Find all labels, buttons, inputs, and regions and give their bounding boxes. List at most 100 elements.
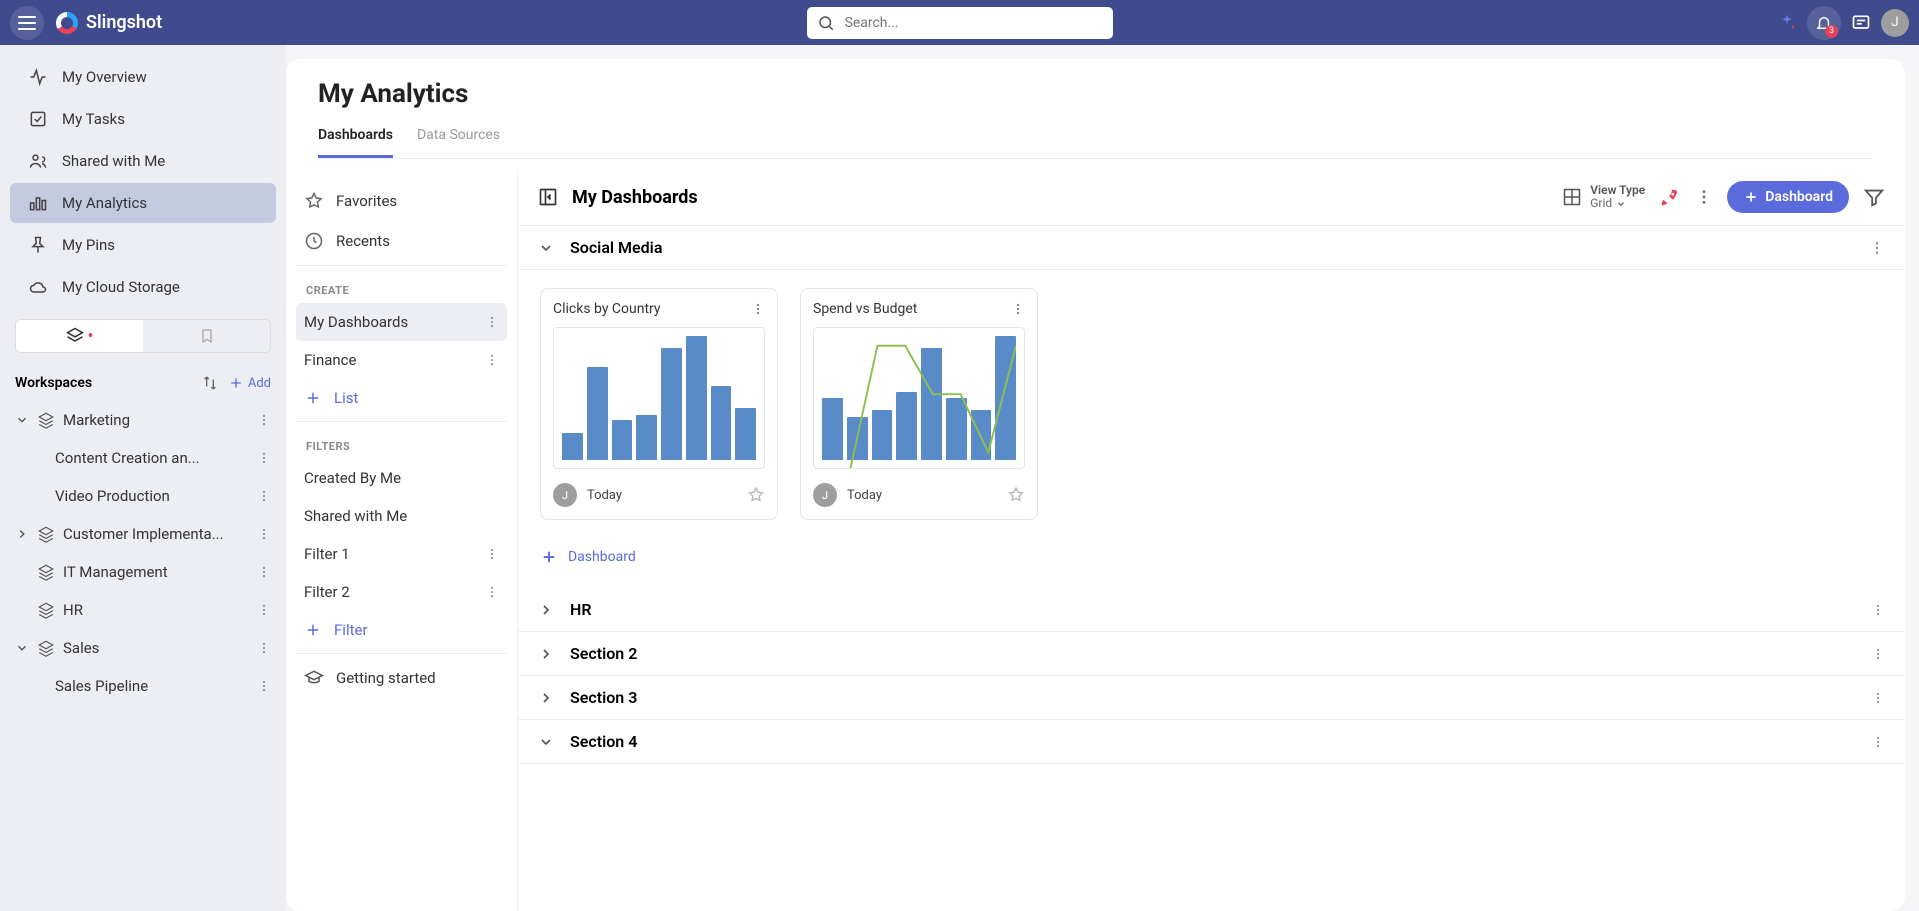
workspace-item[interactable]: IT Management [0, 553, 286, 591]
more-icon[interactable] [751, 302, 765, 316]
workspace-child[interactable]: Content Creation an... [0, 439, 286, 477]
layers-icon [37, 411, 55, 429]
c2-favorites[interactable]: Favorites [296, 181, 507, 221]
more-icon[interactable] [1011, 302, 1025, 316]
workspace-toggle-bookmark[interactable] [143, 320, 270, 352]
add-dashboard-inline[interactable]: Dashboard [518, 538, 1905, 588]
dashboard-card[interactable]: Spend vs Budget J Today [800, 288, 1038, 520]
search-input[interactable] [845, 15, 1103, 31]
notifications-button[interactable]: 3 [1807, 6, 1841, 40]
more-icon[interactable] [257, 527, 271, 541]
filters-label: FILTERS [296, 426, 507, 459]
more-icon[interactable] [257, 451, 271, 465]
rocket-icon[interactable] [1659, 186, 1681, 208]
brand[interactable]: Slingshot [56, 12, 162, 34]
filter-item[interactable]: Shared with Me [296, 497, 507, 535]
workspace-item[interactable]: Sales [0, 629, 286, 667]
more-icon[interactable] [485, 315, 499, 329]
nav-my-pins[interactable]: My Pins [10, 225, 276, 265]
section-row[interactable]: HR [518, 588, 1905, 632]
more-icon[interactable] [1695, 188, 1713, 206]
c2-recents[interactable]: Recents [296, 221, 507, 261]
nav-my-overview[interactable]: My Overview [10, 57, 276, 97]
more-icon[interactable] [485, 547, 499, 561]
workspace-toggle-layers[interactable]: • [16, 320, 143, 352]
section-row[interactable]: Section 3 [518, 676, 1905, 720]
plus-icon [304, 389, 322, 407]
getting-started[interactable]: Getting started [296, 658, 507, 698]
bookmark-icon [199, 327, 215, 345]
user-avatar[interactable]: J [1881, 9, 1909, 37]
add-list-button[interactable]: List [296, 379, 507, 417]
menu-button[interactable] [10, 6, 44, 40]
more-icon[interactable] [485, 585, 499, 599]
list-item[interactable]: My Dashboards [296, 303, 507, 341]
header-actions: 3 J [1777, 6, 1909, 40]
sparkle-icon [1777, 13, 1797, 33]
collapse-panel-icon[interactable] [538, 187, 558, 207]
workspace-child[interactable]: Sales Pipeline [0, 667, 286, 705]
tab-dashboards[interactable]: Dashboards [318, 127, 393, 158]
more-icon[interactable] [257, 413, 271, 427]
nav-my-tasks[interactable]: My Tasks [10, 99, 276, 139]
more-icon[interactable] [257, 565, 271, 579]
more-icon[interactable] [1869, 240, 1885, 256]
app-header: Slingshot 3 J [0, 0, 1919, 45]
more-icon[interactable] [257, 603, 271, 617]
tab-data-sources[interactable]: Data Sources [417, 127, 500, 158]
people-icon [28, 151, 48, 171]
star-icon[interactable] [747, 486, 765, 504]
pin-icon [28, 235, 48, 255]
filter-item[interactable]: Filter 2 [296, 573, 507, 611]
chevron-icon [538, 734, 554, 750]
dashboard-title: My Dashboards [572, 187, 1548, 208]
nav-my-cloud-storage[interactable]: My Cloud Storage [10, 267, 276, 307]
plus-icon [540, 548, 558, 566]
chart-thumbnail [553, 327, 765, 469]
workspace-item[interactable]: Marketing [0, 401, 286, 439]
filter-item[interactable]: Created By Me [296, 459, 507, 497]
workspace-child[interactable]: Video Production [0, 477, 286, 515]
more-icon[interactable] [257, 641, 271, 655]
chevron-icon [538, 646, 554, 662]
chevron-icon [15, 527, 29, 541]
chat-button[interactable] [1851, 13, 1871, 33]
star-icon[interactable] [1007, 486, 1025, 504]
dashboard-card[interactable]: Clicks by Country J Today [540, 288, 778, 520]
section-row[interactable]: Section 4 [518, 720, 1905, 764]
list-item[interactable]: Finance [296, 341, 507, 379]
nav-shared-with-me[interactable]: Shared with Me [10, 141, 276, 181]
add-filter-button[interactable]: Filter [296, 611, 507, 649]
view-type-selector[interactable]: View Type Grid [1562, 184, 1645, 210]
section-row[interactable]: Section 2 [518, 632, 1905, 676]
dashboard-area: My Dashboards View Type Grid [518, 169, 1905, 911]
more-icon[interactable] [1871, 691, 1885, 705]
more-icon[interactable] [257, 489, 271, 503]
more-icon[interactable] [1871, 735, 1885, 749]
more-icon[interactable] [257, 679, 271, 693]
hamburger-icon [18, 16, 36, 30]
sparkle-button[interactable] [1777, 13, 1797, 33]
workspace-toggle: • [15, 319, 271, 353]
workspace-item[interactable]: Customer Implementa... [0, 515, 286, 553]
search-box[interactable] [807, 7, 1113, 39]
more-icon[interactable] [485, 353, 499, 367]
add-workspace-button[interactable]: Add [228, 375, 271, 391]
layers-icon [37, 525, 55, 543]
filter-icon[interactable] [1863, 186, 1885, 208]
create-label: CREATE [296, 270, 507, 303]
main-panel: My Analytics DashboardsData Sources Favo… [286, 45, 1919, 911]
author-avatar: J [813, 483, 837, 507]
more-icon[interactable] [1871, 603, 1885, 617]
more-icon[interactable] [1871, 647, 1885, 661]
workspace-item[interactable]: HR [0, 591, 286, 629]
cloud-icon [28, 277, 48, 297]
section-social-media[interactable]: Social Media [518, 226, 1905, 270]
sort-icon[interactable] [202, 375, 218, 391]
chevron-down-icon [1616, 199, 1626, 209]
filter-item[interactable]: Filter 1 [296, 535, 507, 573]
search-icon [817, 14, 835, 32]
new-dashboard-button[interactable]: Dashboard [1727, 181, 1849, 213]
star-icon [304, 191, 324, 211]
nav-my-analytics[interactable]: My Analytics [10, 183, 276, 223]
